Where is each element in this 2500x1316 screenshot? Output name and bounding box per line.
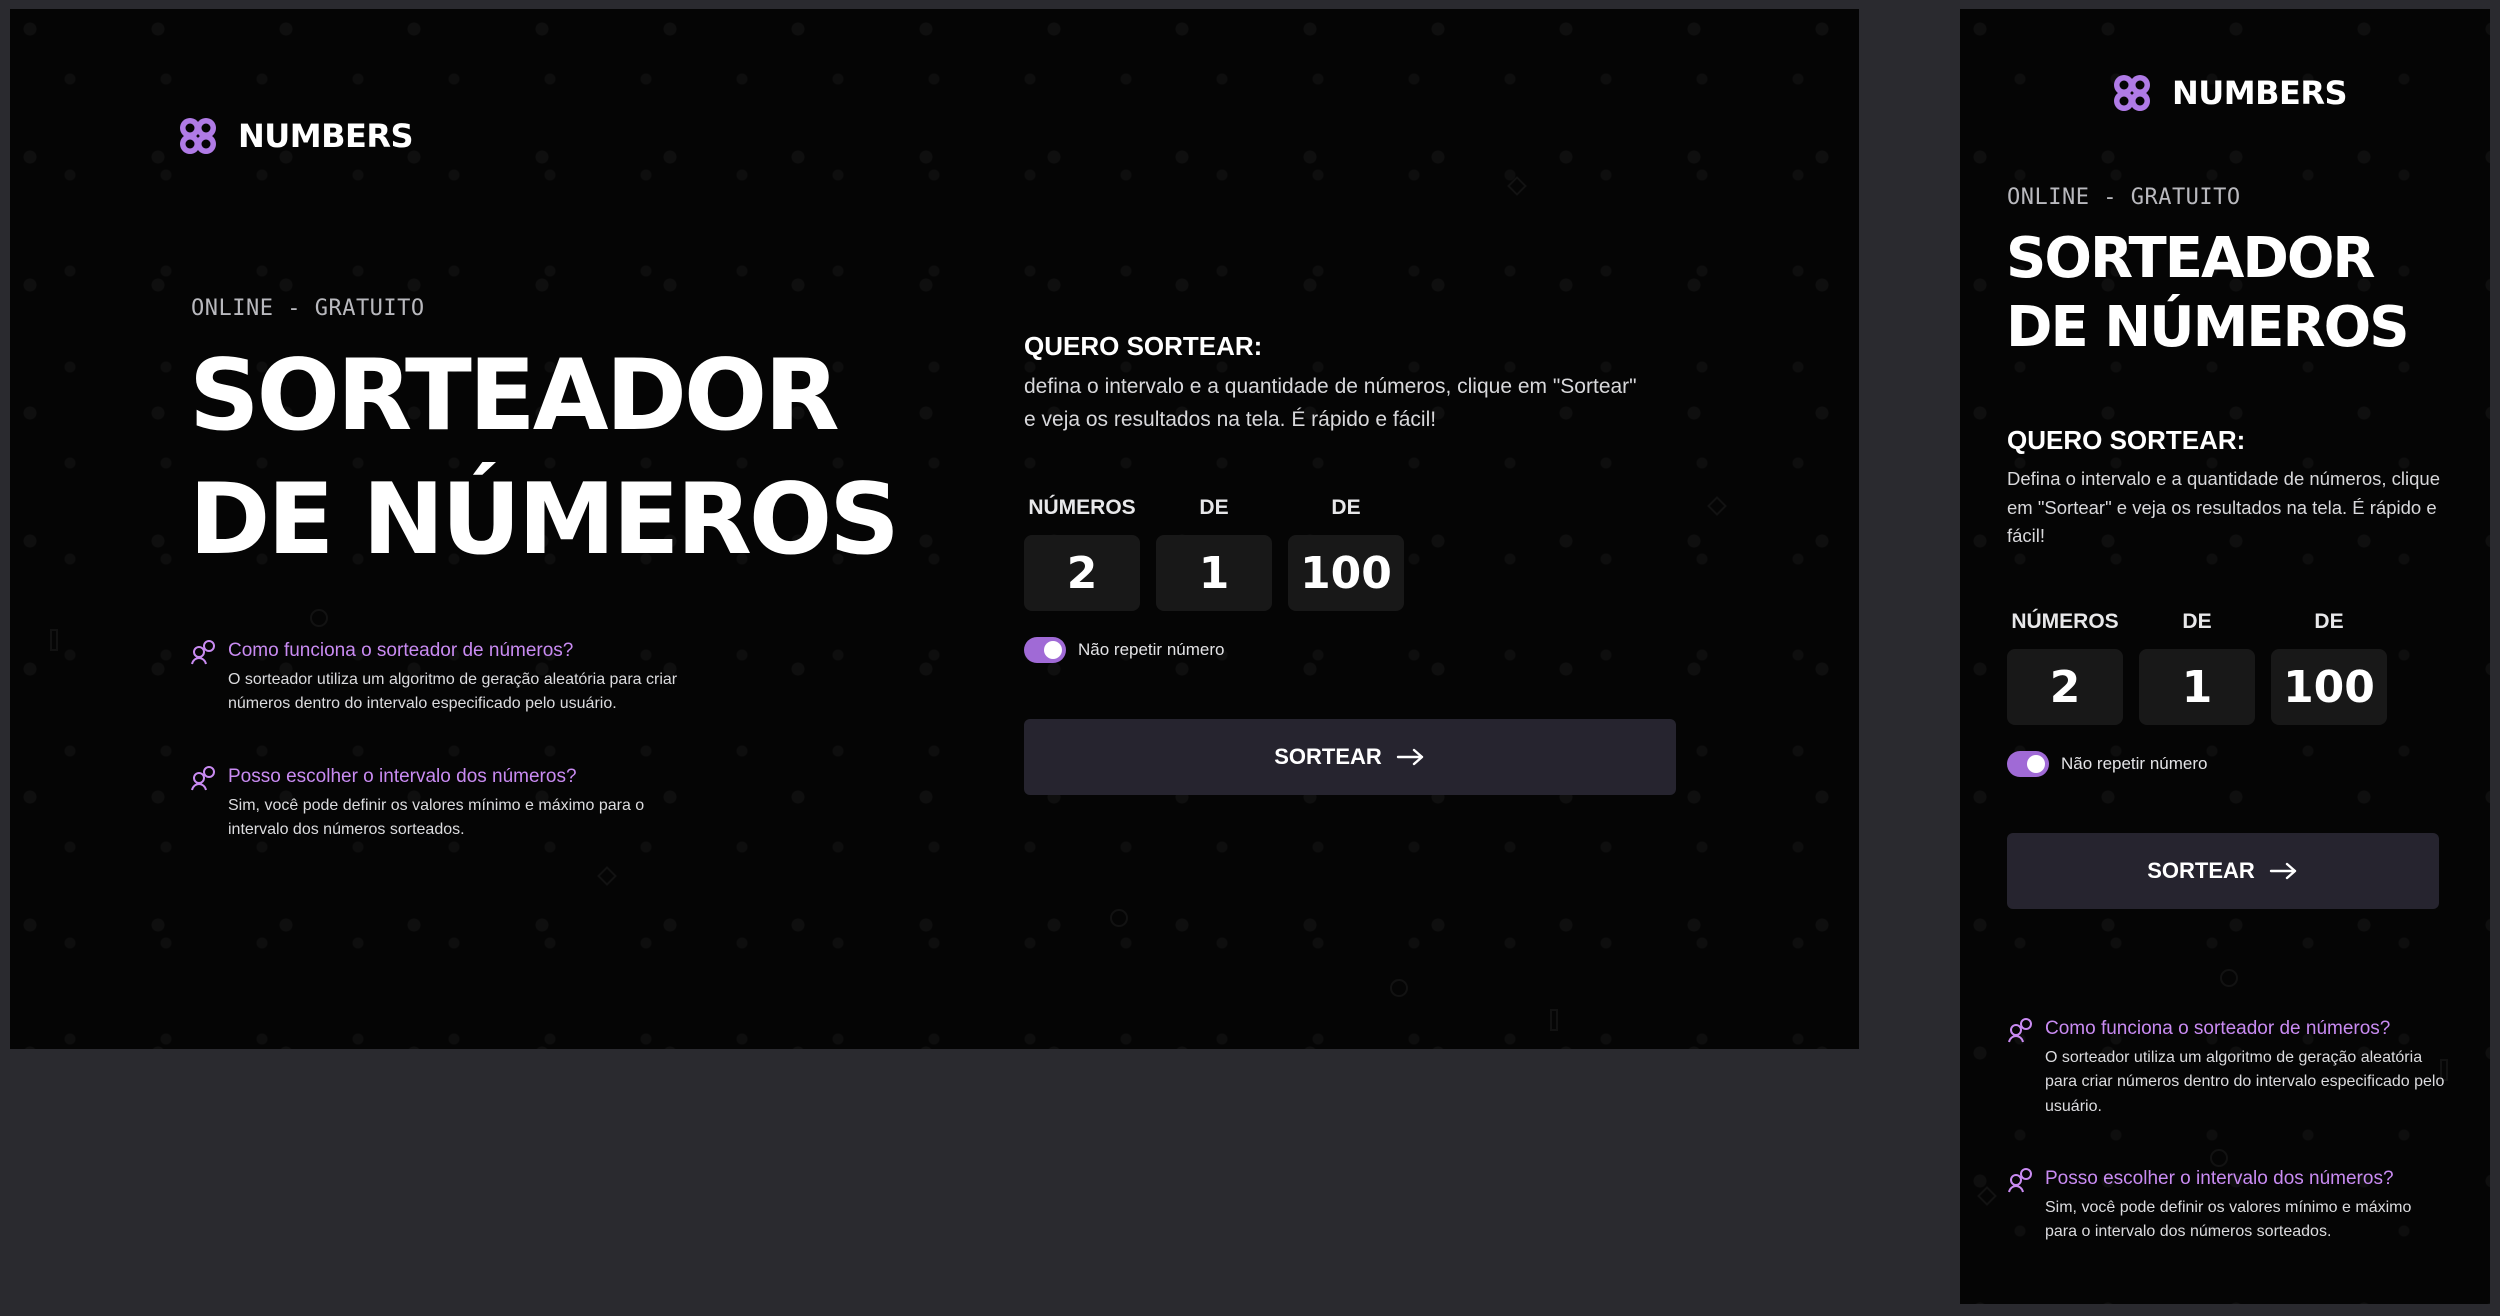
max-field: DE 100 xyxy=(2271,607,2387,725)
person-question-icon xyxy=(191,766,215,791)
bg-circle-shape xyxy=(1110,909,1128,927)
bg-circle-shape xyxy=(2220,969,2238,987)
person-question-icon xyxy=(2008,1018,2032,1043)
faq-answer: Sim, você pode definir os valores mínimo… xyxy=(2045,1198,2412,1241)
faq-question[interactable]: Como funciona o sorteador de números? xyxy=(228,639,677,664)
title-line: SORTEADOR xyxy=(189,339,840,453)
panel-title: QUERO SORTEAR: xyxy=(1024,331,1263,361)
hero-eyebrow: ONLINE - GRATUITO xyxy=(191,296,425,321)
bg-circle-shape xyxy=(1390,979,1408,997)
faq-question[interactable]: Posso escolher o intervalo dos números? xyxy=(228,765,644,790)
sortear-button[interactable]: SORTEAR xyxy=(1024,719,1676,795)
max-field: DE 100 xyxy=(1288,493,1404,611)
panel-description-line: defina o intervalo e a quantidade de núm… xyxy=(1024,375,1637,398)
page-title: SORTEADOR DE NÚMEROS xyxy=(2006,226,2410,360)
faq-question[interactable]: Como funciona o sorteador de números? xyxy=(2045,1017,2447,1042)
draw-fields: NÚMEROS 2 DE 1 DE 100 xyxy=(2007,607,2387,725)
hero-eyebrow: ONLINE - GRATUITO xyxy=(2007,185,2241,210)
brand[interactable]: NUMBERS xyxy=(174,112,414,160)
no-repeat-toggle[interactable] xyxy=(1024,637,1066,663)
bg-diamond-shape xyxy=(1977,1186,1997,1206)
field-label: DE xyxy=(1331,496,1361,519)
faq-item: Posso escolher o intervalo dos números? … xyxy=(2007,1167,2447,1245)
button-label: SORTEAR xyxy=(2147,858,2255,883)
desktop-frame: NUMBERS ONLINE - GRATUITO SORTEADOR DE N… xyxy=(10,9,1859,1049)
quantity-field: NÚMEROS 2 xyxy=(2007,607,2123,725)
brand-name: NUMBERS xyxy=(2172,74,2348,112)
faq-item: Como funciona o sorteador de números? O … xyxy=(190,639,750,717)
page-title: SORTEADOR DE NÚMEROS xyxy=(189,339,900,577)
faq-question[interactable]: Posso escolher o intervalo dos números? xyxy=(2045,1167,2447,1192)
person-question-icon xyxy=(2008,1168,2032,1193)
quantity-field: NÚMEROS 2 xyxy=(1024,493,1140,611)
field-label: DE xyxy=(1199,496,1229,519)
bg-circle-shape xyxy=(310,609,328,627)
field-label: DE xyxy=(2182,610,2212,633)
field-label: NÚMEROS xyxy=(1028,496,1136,519)
faq-item: Posso escolher o intervalo dos números? … xyxy=(190,765,750,843)
title-line: DE NÚMEROS xyxy=(2006,295,2410,360)
panel-description: Defina o intervalo e a quantidade de núm… xyxy=(2007,468,2440,547)
quantity-input[interactable]: 2 xyxy=(1024,535,1140,611)
bg-circle-shape xyxy=(2210,1149,2228,1167)
toggle-label: Não repetir número xyxy=(1078,640,1225,659)
quantity-input[interactable]: 2 xyxy=(2007,649,2123,725)
field-label: NÚMEROS xyxy=(2011,610,2119,633)
max-input[interactable]: 100 xyxy=(1288,535,1404,611)
faq-answer-line: números dentro do intervalo especificado… xyxy=(228,695,617,713)
max-input[interactable]: 100 xyxy=(2271,649,2387,725)
faq-answer: O sorteador utiliza um algoritmo de gera… xyxy=(228,668,677,718)
field-label: DE xyxy=(2314,610,2344,633)
bg-diamond-shape xyxy=(1507,176,1527,196)
min-input[interactable]: 1 xyxy=(1156,535,1272,611)
arrow-right-icon xyxy=(1396,748,1423,766)
min-field: DE 1 xyxy=(2139,607,2255,725)
no-repeat-toggle-row: Não repetir número xyxy=(1024,637,1224,663)
bg-diamond-shape xyxy=(1707,496,1727,516)
faq-answer: O sorteador utiliza um algoritmo de gera… xyxy=(2045,1048,2445,1116)
faq-answer: Sim, você pode definir os valores mínimo… xyxy=(228,794,644,844)
sortear-button[interactable]: SORTEAR xyxy=(2007,833,2439,909)
bg-bar-shape xyxy=(50,629,58,651)
brand-name: NUMBERS xyxy=(238,117,414,155)
button-label: SORTEAR xyxy=(1274,744,1382,769)
min-input[interactable]: 1 xyxy=(2139,649,2255,725)
title-line: SORTEADOR xyxy=(2006,226,2376,291)
no-repeat-toggle-row: Não repetir número xyxy=(2007,751,2207,777)
faq-answer-line: O sorteador utiliza um algoritmo de gera… xyxy=(228,670,678,688)
draw-fields: NÚMEROS 2 DE 1 DE 100 xyxy=(1024,493,1404,611)
brand[interactable]: NUMBERS xyxy=(2108,69,2348,117)
panel-description: defina o intervalo e a quantidade de núm… xyxy=(1024,371,1744,436)
bg-bar-shape xyxy=(1550,1009,1558,1031)
mobile-frame: NUMBERS ONLINE - GRATUITO SORTEADOR DE N… xyxy=(1960,9,2490,1304)
toggle-label: Não repetir número xyxy=(2061,754,2208,773)
bg-diamond-shape xyxy=(597,866,617,886)
no-repeat-toggle[interactable] xyxy=(2007,751,2049,777)
faq-answer-line: intervalo dos números sorteados. xyxy=(228,821,465,839)
min-field: DE 1 xyxy=(1156,493,1272,611)
numbers-logo-icon xyxy=(2114,75,2150,111)
arrow-right-icon xyxy=(2269,862,2296,880)
numbers-logo-icon xyxy=(180,118,216,154)
faq-item: Como funciona o sorteador de números? O … xyxy=(2007,1017,2447,1120)
title-line: DE NÚMEROS xyxy=(189,463,900,577)
person-question-icon xyxy=(191,640,215,665)
panel-title: QUERO SORTEAR: xyxy=(2007,425,2246,455)
panel-description-line: e veja os resultados na tela. É rápido e… xyxy=(1024,407,1437,431)
faq-answer-line: Sim, você pode definir os valores mínimo… xyxy=(228,796,645,814)
